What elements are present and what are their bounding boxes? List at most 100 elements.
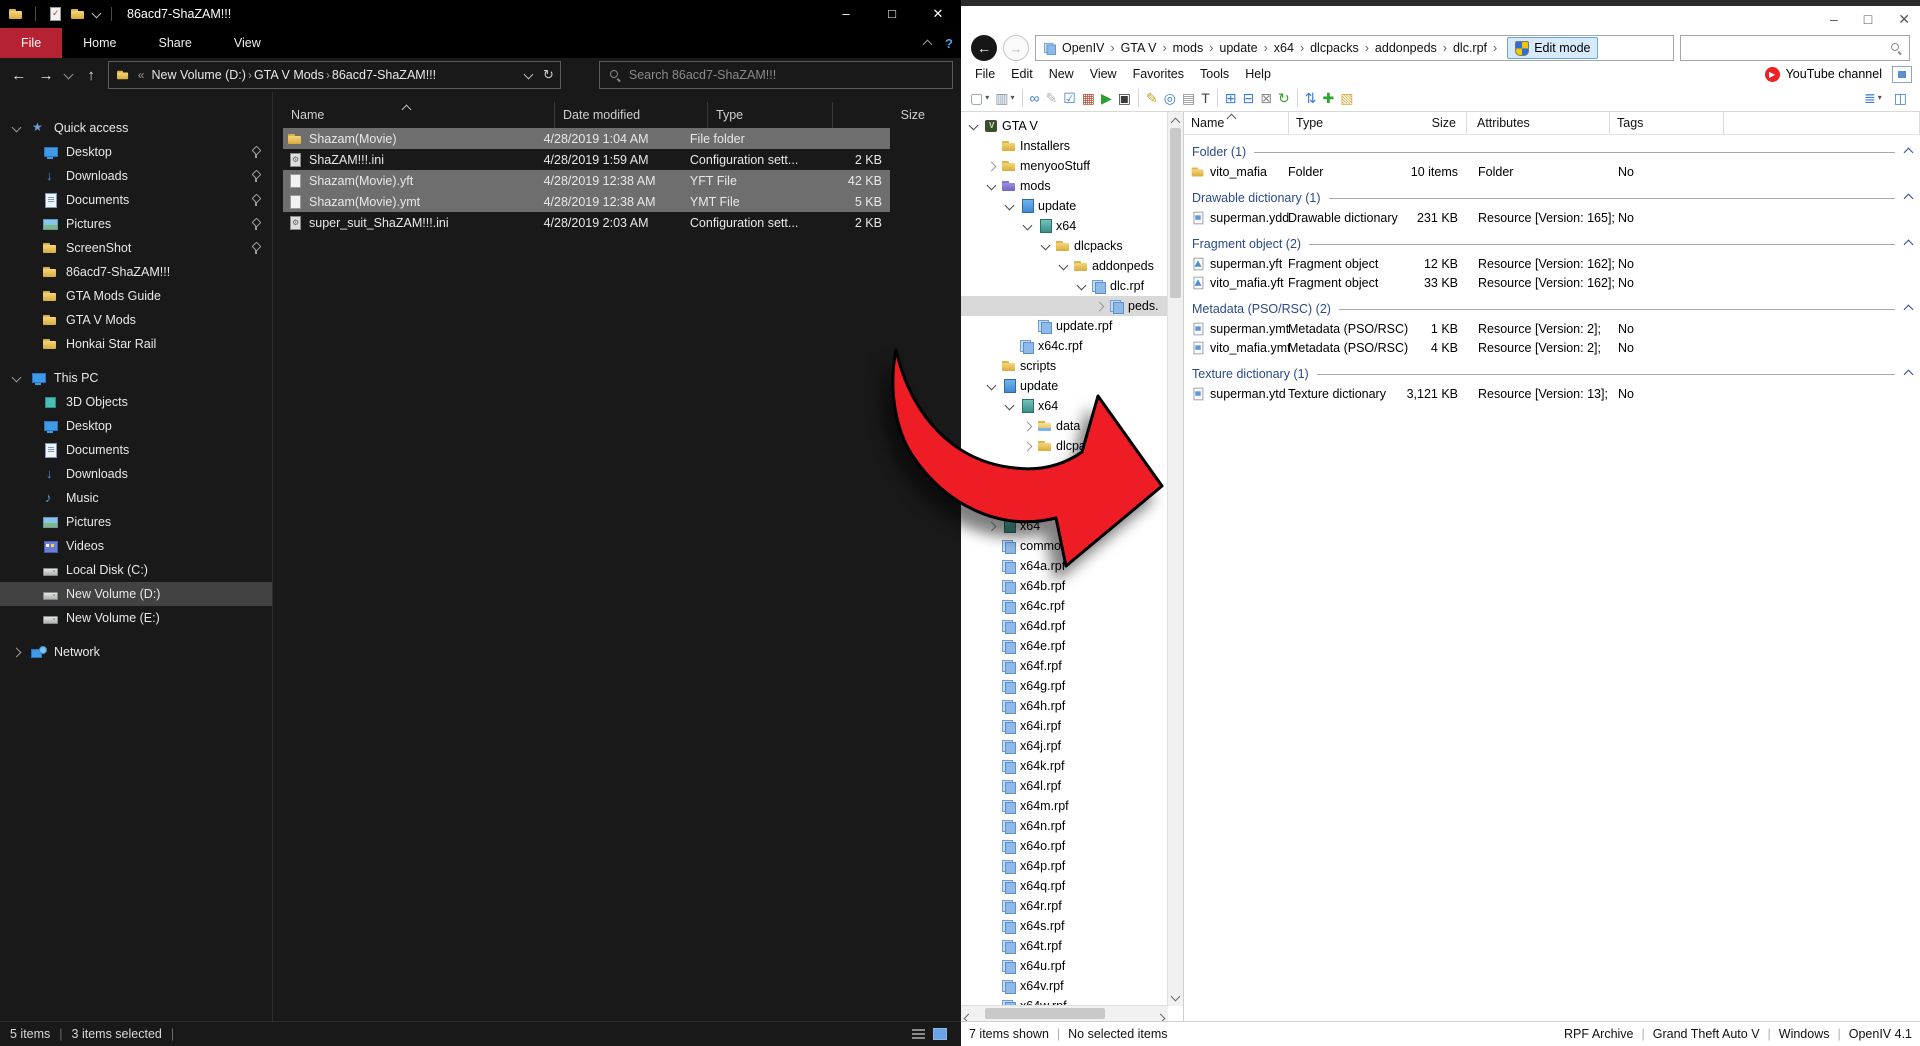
tree-item-update[interactable]: update (961, 376, 1168, 396)
list-row-superman-yft[interactable]: superman.yftFragment object12 KBResource… (1184, 254, 1920, 273)
group-header-drawable-dictionary-1[interactable]: Drawable dictionary (1) (1184, 188, 1920, 208)
file-row-shazam-movie-yft[interactable]: Shazam(Movie).yft4/28/2019 12:38 AMYFT F… (283, 170, 890, 191)
address-dropdown-chevron-icon[interactable] (524, 69, 534, 79)
chevron-down-icon[interactable] (10, 126, 22, 131)
maximize-button[interactable]: □ (1864, 11, 1872, 27)
tree-item-x64s-rpf[interactable]: x64s.rpf (961, 916, 1168, 936)
tree-item-x64c-rpf[interactable]: x64c.rpf (961, 596, 1168, 616)
toolbar-new-file-icon[interactable]: ▢▾ (968, 87, 991, 109)
collapse-group-icon[interactable] (1905, 237, 1912, 251)
address-bar[interactable]: « New Volume (D:)›GTA V Mods›86acd7-ShaZ… (108, 61, 561, 89)
toolbar-sort-icon[interactable]: ⇅ (1303, 87, 1319, 109)
tree-item-x64o-rpf[interactable]: x64o.rpf (961, 836, 1168, 856)
youtube-channel-button[interactable]: ▶ YouTube channel (1765, 67, 1882, 82)
customize-toolbar-chevron-icon[interactable] (92, 8, 102, 18)
tree-item-scripts[interactable]: scripts (961, 356, 1168, 376)
column-header-type-size[interactable]: TypeSize (1289, 112, 1467, 134)
toolbar-palette-icon[interactable]: ▦ (1080, 87, 1097, 109)
minimize-button[interactable]: – (823, 0, 869, 28)
toolbar-export-window-icon[interactable]: ⊟ (1241, 87, 1257, 109)
sidebar-item-network[interactable]: Network (0, 640, 272, 664)
tree-item-mods[interactable]: mods (961, 176, 1168, 196)
breadcrumb-item-dlc-rpf[interactable]: dlc.rpf (1451, 41, 1489, 55)
breadcrumb-item-new-volume-d[interactable]: New Volume (D:) (151, 68, 245, 82)
breadcrumb-item-dlcpacks[interactable]: dlcpacks (1308, 41, 1361, 55)
tree-item-x64[interactable]: x64 (961, 216, 1168, 236)
back-button[interactable]: ← (971, 35, 997, 61)
window-layout-icon[interactable] (1892, 66, 1912, 83)
breadcrumb-item-openiv[interactable]: OpenIV (1060, 41, 1106, 55)
sidebar-item-desktop[interactable]: Desktop (0, 140, 272, 164)
tree-item-x64l-rpf[interactable]: x64l.rpf (961, 776, 1168, 796)
tab-file[interactable]: File (0, 28, 62, 58)
tree-item-dlcpacks[interactable]: dlcpacks (961, 436, 1168, 456)
toolbar-columns-icon[interactable]: ◫ (1892, 87, 1909, 109)
tree-item-peds[interactable]: peds. (961, 296, 1168, 316)
tree-item-x64d-rpf[interactable]: x64d.rpf (961, 616, 1168, 636)
file-row-shazam-movie-ymt[interactable]: Shazam(Movie).ymt4/28/2019 12:38 AMYMT F… (283, 191, 890, 212)
tree-item-x64[interactable]: x64 (961, 396, 1168, 416)
sidebar-item-quick-access[interactable]: Quick access (0, 116, 272, 140)
tree-item-x64t-rpf[interactable]: x64t.rpf (961, 936, 1168, 956)
toolbar-replace-icon[interactable]: ⊠ (1258, 87, 1274, 109)
sidebar-item-documents[interactable]: Documents (0, 188, 272, 212)
chevron-down-icon[interactable] (1003, 404, 1016, 409)
tree-item-addonpeds[interactable]: addonpeds (961, 256, 1168, 276)
group-header-metadata-pso-rsc-2[interactable]: Metadata (PSO/RSC) (2) (1184, 299, 1920, 319)
tree-item-x64f-rpf[interactable]: x64f.rpf (961, 656, 1168, 676)
tree-item-x64h-rpf[interactable]: x64h.rpf (961, 696, 1168, 716)
tree-item-x64b-rpf[interactable]: x64b.rpf (961, 576, 1168, 596)
chevron-down-icon[interactable]: ▾ (1878, 93, 1882, 102)
menu-view[interactable]: View (1082, 67, 1125, 81)
tree-item-dlc-rpf[interactable]: dlc.rpf (961, 276, 1168, 296)
toolbar-tasks-icon[interactable]: ☑ (1061, 87, 1078, 109)
chevron-down-icon[interactable] (10, 376, 22, 381)
scrollbar-thumb[interactable] (1170, 128, 1181, 298)
group-header-fragment-object-2[interactable]: Fragment object (2) (1184, 234, 1920, 254)
column-header-name[interactable]: Name (283, 102, 554, 128)
sidebar-item-desktop[interactable]: Desktop (0, 414, 272, 438)
breadcrumb-item-update[interactable]: update (1217, 41, 1259, 55)
scrollbar-thumb[interactable] (985, 1008, 1105, 1019)
tree-item-x64j-rpf[interactable]: x64j.rpf (961, 736, 1168, 756)
forward-button[interactable]: → (35, 67, 56, 84)
tree-item-update-rpf[interactable]: update.rpf (961, 316, 1168, 336)
search-box[interactable] (1680, 35, 1910, 61)
tree-item-x64q-rpf[interactable]: x64q.rpf (961, 876, 1168, 896)
collapse-group-icon[interactable] (1905, 367, 1912, 381)
chevron-down-icon[interactable] (985, 184, 998, 189)
search-box[interactable]: Search 86acd7-ShaZAM!!! (599, 61, 953, 89)
list-row-superman-ymt[interactable]: superman.ymtMetadata (PSO/RSC)1 KBResour… (1184, 319, 1920, 338)
tab-home[interactable]: Home (62, 28, 137, 58)
scroll-up-icon[interactable] (1171, 118, 1181, 128)
tree-item-x64u-rpf[interactable]: x64u.rpf (961, 956, 1168, 976)
file-row-super-suit-shazam-ini[interactable]: super_suit_ShaZAM!!!.ini4/28/2019 2:03 A… (283, 212, 890, 233)
minimize-ribbon-chevron-icon[interactable] (923, 40, 933, 50)
sidebar-item-pictures[interactable]: Pictures (0, 212, 272, 236)
breadcrumb-item-x64[interactable]: x64 (1272, 41, 1296, 55)
toolbar-add-icon[interactable]: ✚ (1320, 87, 1336, 109)
tree-item-data[interactable]: data (961, 416, 1168, 436)
chevron-right-icon[interactable] (985, 163, 998, 170)
toolbar-rebuild-icon[interactable]: ↻ (1276, 87, 1292, 109)
quick-access-new-folder-icon[interactable] (70, 6, 86, 22)
column-header-size-label[interactable]: Size (1432, 116, 1466, 130)
chevron-down-icon[interactable] (985, 384, 998, 389)
sidebar-item-honkai-star-rail[interactable]: Honkai Star Rail (0, 332, 272, 356)
collapse-group-icon[interactable] (1905, 302, 1912, 316)
chevron-right-icon[interactable] (985, 523, 998, 530)
tree-item-menyoostuff[interactable]: menyooStuff (961, 156, 1168, 176)
tree-vertical-scrollbar[interactable] (1167, 112, 1183, 1006)
tree-horizontal-scrollbar[interactable] (961, 1005, 1168, 1022)
minimize-button[interactable]: – (1830, 11, 1838, 27)
sidebar-item-videos[interactable]: Videos (0, 534, 272, 558)
chevron-right-icon[interactable] (1021, 443, 1034, 450)
menu-help[interactable]: Help (1237, 67, 1279, 81)
tab-share[interactable]: Share (138, 28, 213, 58)
tree-item-x64m-rpf[interactable]: x64m.rpf (961, 796, 1168, 816)
chevron-down-icon[interactable] (1057, 264, 1070, 269)
sidebar-item-screenshot[interactable]: ScreenShot (0, 236, 272, 260)
refresh-icon[interactable]: ↻ (543, 67, 554, 83)
tab-view[interactable]: View (213, 28, 282, 58)
group-header-folder-1[interactable]: Folder (1) (1184, 142, 1920, 162)
